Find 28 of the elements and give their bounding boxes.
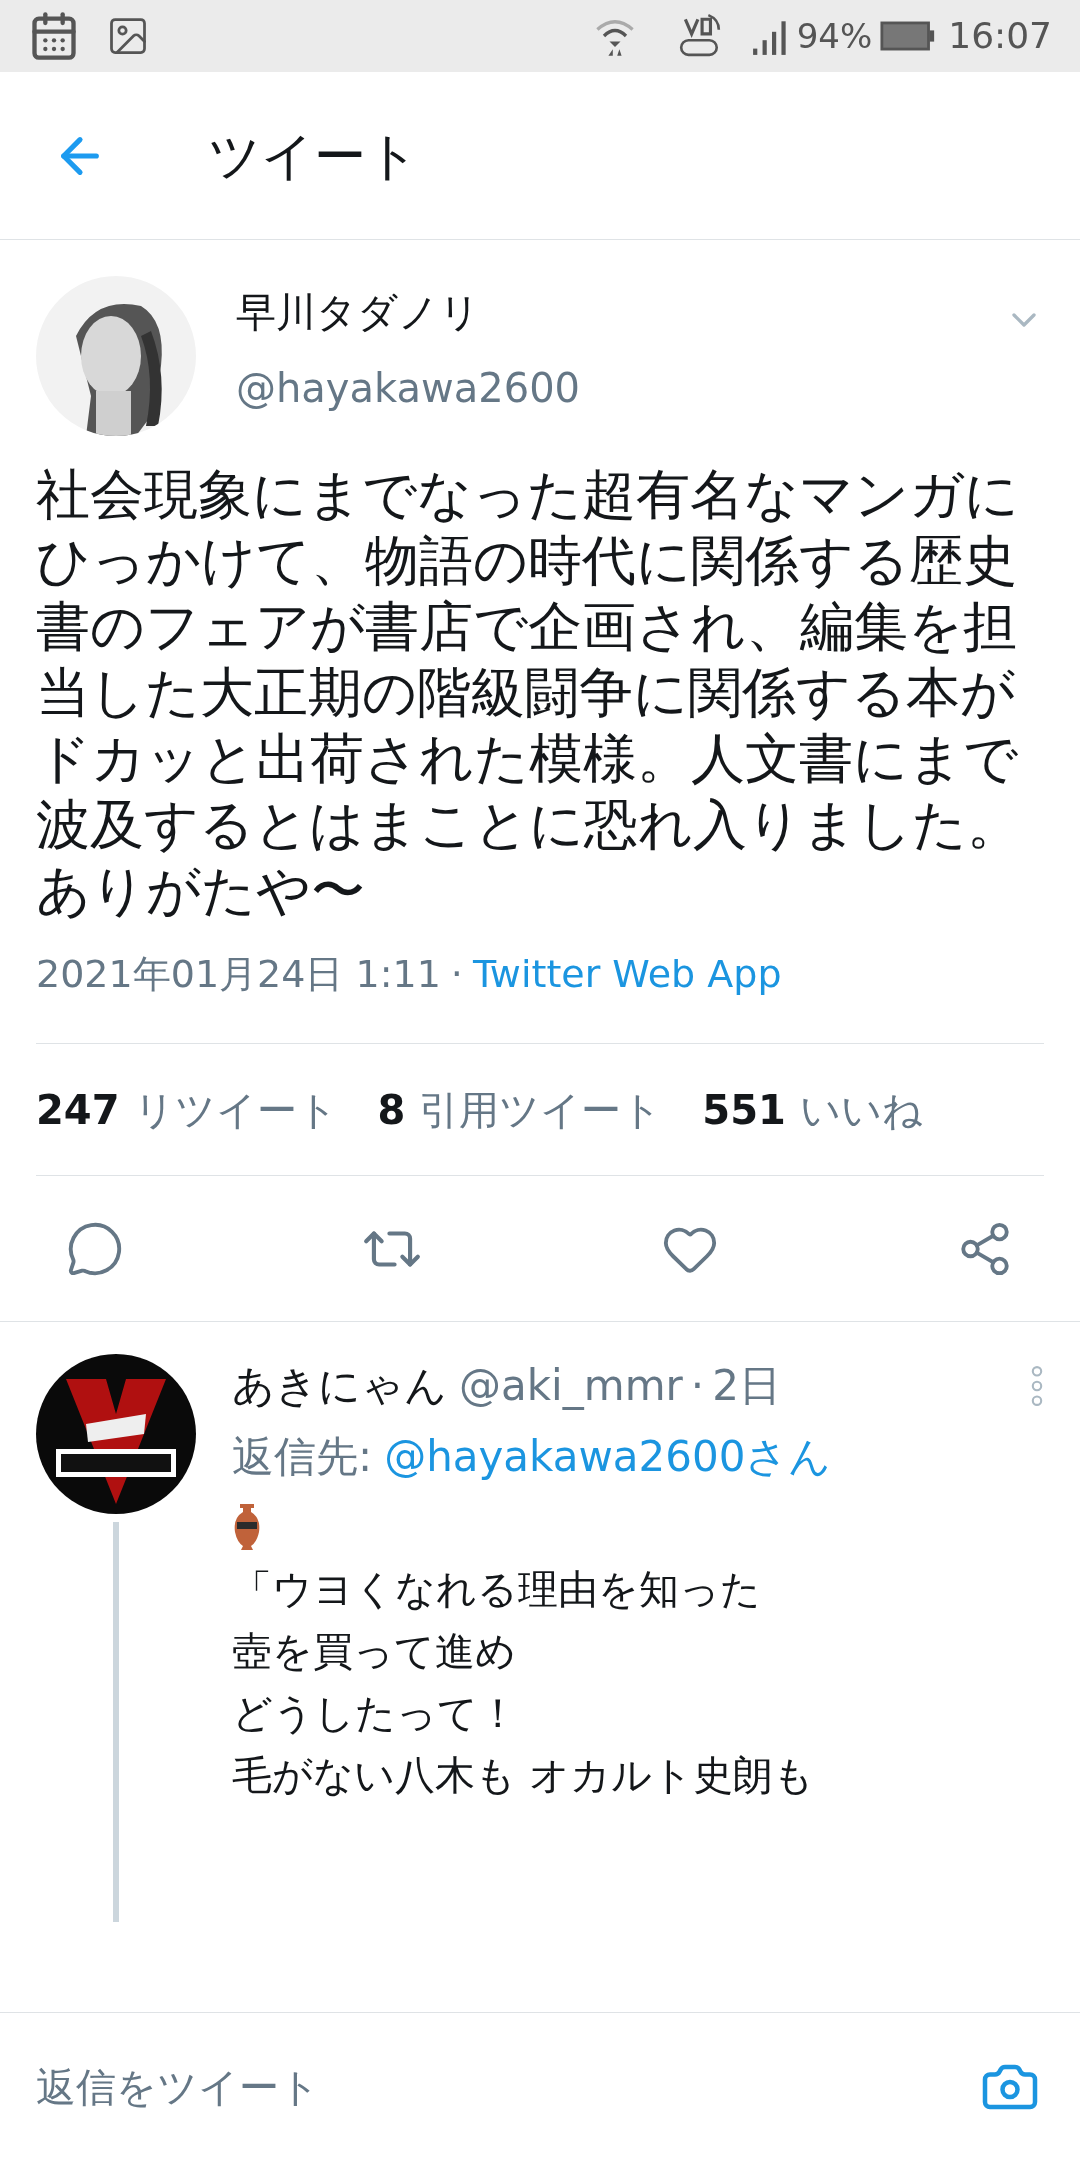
reply-author-handle: @aki_mmr [459, 1360, 683, 1412]
separator-dot: · [450, 951, 463, 998]
tweet-date: 2021年01月24日 1:11 [36, 951, 441, 998]
reply-text-line: 壺を買って進め [232, 1627, 517, 1676]
reply-text-line: どうしたって！ [232, 1689, 519, 1738]
amphora-icon [232, 1502, 262, 1552]
reply-text-line: 「ウヨくなれる理由を知った [232, 1565, 762, 1614]
clock: 16:07 [948, 14, 1052, 58]
reply-to-label: 返信先: [232, 1431, 373, 1483]
author-handle: @hayakawa2600 [236, 364, 582, 413]
reply-time: 2日 [712, 1360, 781, 1412]
battery-percentage: 94% [796, 14, 873, 58]
reply-text-line: 毛がない八木も オカルト史朗も [232, 1751, 815, 1800]
reply-author-name: あきにゃん [232, 1360, 447, 1412]
battery-icon [880, 21, 937, 51]
separator-dot: · [690, 1360, 705, 1412]
reply-input-field[interactable]: 返信をツイート [36, 2056, 980, 2117]
stat-label: リツイート [133, 1085, 338, 1135]
stat-count: 247 [36, 1085, 120, 1135]
stat-count: 8 [377, 1085, 406, 1135]
page-title: ツイート [208, 124, 419, 188]
stat-label: 引用ツイート [419, 1085, 663, 1135]
stat-label: いいね [799, 1085, 923, 1135]
source-link[interactable]: Twitter Web App [472, 946, 782, 1003]
stat-count: 551 [702, 1085, 786, 1135]
tweet-text: 社会現象にまでなった超有名なマンガにひっかけて、物語の時代に関係する歴史書のフェアが書店で企画され、編集を担当した大正期の階級闘争に関係する本がドカッと出荷された模様。人文書にまで波及するとはまことに恐れ入りました。ありがたや〜 [36, 462, 1022, 924]
reply-to-link[interactable]: @hayakawa2600さん [384, 1425, 832, 1488]
author-name: 早川タダノリ [236, 288, 481, 337]
